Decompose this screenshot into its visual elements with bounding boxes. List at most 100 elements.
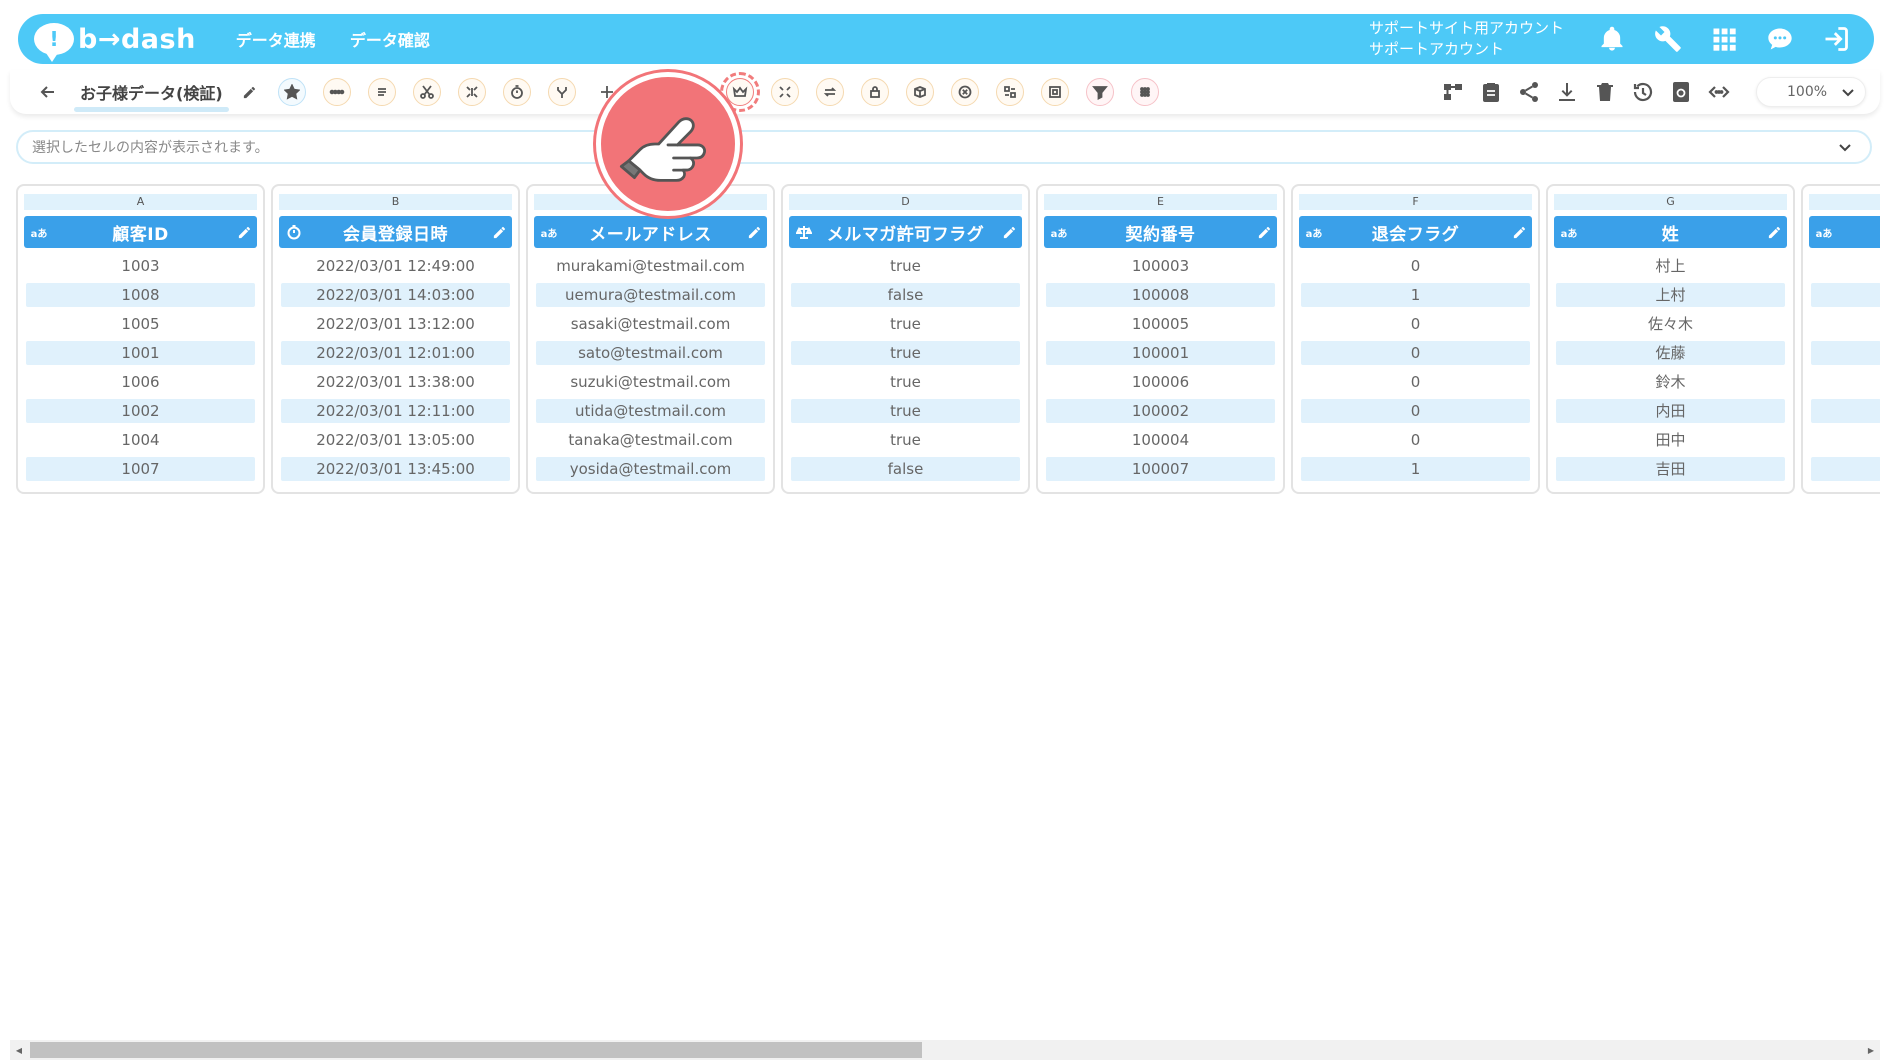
table-cell[interactable] [1811, 254, 1880, 278]
logout-icon[interactable] [1818, 21, 1854, 57]
column-e[interactable]: Eaあ 契約番号 100003 100008 100005 100001 100006 100… [1036, 184, 1285, 494]
table-cell[interactable]: 上村 [1556, 283, 1785, 307]
table-cell[interactable]: 2022/03/01 12:01:00 [281, 341, 510, 365]
column-letter[interactable] [1809, 194, 1880, 210]
frame-icon[interactable] [1040, 78, 1069, 106]
table-cell[interactable]: 2022/03/01 14:03:00 [281, 283, 510, 307]
lock-icon[interactable] [860, 78, 889, 106]
table-cell[interactable] [1811, 428, 1880, 452]
table-cell[interactable] [1811, 341, 1880, 365]
column-d[interactable]: D メルマガ許可フラグ true false true true true true true f… [781, 184, 1030, 494]
table-cell[interactable]: 100003 [1046, 254, 1275, 278]
table-cell[interactable]: 吉田 [1556, 457, 1785, 481]
table-cell[interactable]: murakami@testmail.com [536, 254, 765, 278]
download-icon[interactable] [1552, 77, 1582, 107]
table-cell[interactable] [1811, 283, 1880, 307]
table-cell[interactable]: false [791, 283, 1020, 307]
table-cell[interactable]: 1 [1301, 457, 1530, 481]
expand-icon[interactable] [770, 78, 799, 106]
share-icon[interactable] [1514, 77, 1544, 107]
table-cell[interactable]: 村上 [1556, 254, 1785, 278]
table-cell[interactable]: 100006 [1046, 370, 1275, 394]
table-cell[interactable]: 2022/03/01 12:49:00 [281, 254, 510, 278]
table-cell[interactable]: true [791, 254, 1020, 278]
back-arrow-icon[interactable] [34, 78, 62, 106]
column-a[interactable]: Aaあ 顧客ID 1003 1008 1005 1001 1006 1002 1004 1007 [16, 184, 265, 494]
table-cell[interactable]: tanaka@testmail.com [536, 428, 765, 452]
table-cell[interactable]: suzuki@testmail.com [536, 370, 765, 394]
merge-icon[interactable] [457, 78, 486, 106]
table-cell[interactable] [1811, 370, 1880, 394]
table-cell[interactable]: 1 [1301, 283, 1530, 307]
flow-icon[interactable] [1438, 77, 1468, 107]
table-cell[interactable]: uemura@testmail.com [536, 283, 765, 307]
table-cell[interactable]: yosida@testmail.com [536, 457, 765, 481]
scroll-right-icon[interactable]: ▶ [1862, 1040, 1880, 1060]
column-header[interactable]: aあ 契約番号 [1044, 216, 1277, 248]
column-header[interactable]: aあ 姓 [1554, 216, 1787, 248]
bdash-logo[interactable]: ! b→dash [34, 23, 196, 62]
table-cell[interactable]: 0 [1301, 312, 1530, 336]
column-header[interactable]: aあ 顧客ID [24, 216, 257, 248]
edit-table-name-pencil-icon[interactable] [239, 81, 261, 103]
code-icon[interactable] [1704, 77, 1734, 107]
table-cell[interactable]: 2022/03/01 13:38:00 [281, 370, 510, 394]
table-cell[interactable]: 1002 [26, 399, 255, 423]
timer-icon[interactable] [502, 78, 531, 106]
table-cell[interactable]: false [791, 457, 1020, 481]
edit-column-pencil-icon[interactable] [1251, 225, 1277, 240]
table-cell[interactable]: 1003 [26, 254, 255, 278]
nav-data-integration[interactable]: データ連携 [236, 27, 316, 51]
table-cell[interactable]: 1004 [26, 428, 255, 452]
box-icon[interactable] [905, 78, 934, 106]
table-cell[interactable]: 100004 [1046, 428, 1275, 452]
dots-grid-icon[interactable] [1130, 78, 1159, 106]
column-partial[interactable]: aあ [1801, 184, 1880, 494]
column-header[interactable]: メルマガ許可フラグ [789, 216, 1022, 248]
history-icon[interactable] [1628, 77, 1658, 107]
table-cell[interactable]: sasaki@testmail.com [536, 312, 765, 336]
table-cell[interactable]: 1006 [26, 370, 255, 394]
transform-icon[interactable] [995, 78, 1024, 106]
column-letter[interactable]: D [789, 194, 1022, 210]
table-cell[interactable]: 1001 [26, 341, 255, 365]
more-dots-icon[interactable] [322, 78, 351, 106]
clipboard-icon[interactable] [1476, 77, 1506, 107]
table-cell[interactable]: true [791, 341, 1020, 365]
scroll-thumb[interactable] [30, 1042, 922, 1058]
table-cell[interactable]: 2022/03/01 12:11:00 [281, 399, 510, 423]
column-b[interactable]: B 会員登録日時 2022/03/01 12:49:00 2022/03/01 14:… [271, 184, 520, 494]
column-letter[interactable]: E [1044, 194, 1277, 210]
table-cell[interactable]: 2022/03/01 13:12:00 [281, 312, 510, 336]
table-cell[interactable]: 1008 [26, 283, 255, 307]
crown-icon[interactable] [719, 72, 760, 112]
table-cell[interactable]: 佐々木 [1556, 312, 1785, 336]
table-cell[interactable]: 鈴木 [1556, 370, 1785, 394]
table-cell[interactable] [1811, 457, 1880, 481]
table-cell[interactable]: 100002 [1046, 399, 1275, 423]
column-letter[interactable]: G [1554, 194, 1787, 210]
edit-column-pencil-icon[interactable] [231, 225, 257, 240]
edit-column-pencil-icon[interactable] [486, 225, 512, 240]
table-cell[interactable]: 100008 [1046, 283, 1275, 307]
column-header[interactable]: aあ メールアドレス [534, 216, 767, 248]
table-cell[interactable]: 1005 [26, 312, 255, 336]
branch-icon[interactable] [547, 78, 576, 106]
column-g[interactable]: Gaあ 姓村上 上村 佐々木 佐藤 鈴木 内田 田中 吉田 [1546, 184, 1795, 494]
column-header[interactable]: aあ 退会フラグ [1299, 216, 1532, 248]
grid-icon[interactable] [1706, 21, 1742, 57]
repeat-icon[interactable] [815, 78, 844, 106]
table-cell[interactable]: utida@testmail.com [536, 399, 765, 423]
table-cell[interactable]: 0 [1301, 254, 1530, 278]
table-cell[interactable]: 2022/03/01 13:05:00 [281, 428, 510, 452]
table-cell[interactable]: 2022/03/01 13:45:00 [281, 457, 510, 481]
table-cell[interactable]: 100007 [1046, 457, 1275, 481]
refresh-doc-icon[interactable] [1666, 77, 1696, 107]
table-cell[interactable]: 0 [1301, 428, 1530, 452]
cell-content-bar[interactable]: 選択したセルの内容が表示されます。 [16, 130, 1872, 164]
column-header[interactable]: 会員登録日時 [279, 216, 512, 248]
table-cell[interactable]: 内田 [1556, 399, 1785, 423]
table-cell[interactable]: true [791, 399, 1020, 423]
column-letter[interactable]: F [1299, 194, 1532, 210]
table-cell[interactable]: 0 [1301, 341, 1530, 365]
